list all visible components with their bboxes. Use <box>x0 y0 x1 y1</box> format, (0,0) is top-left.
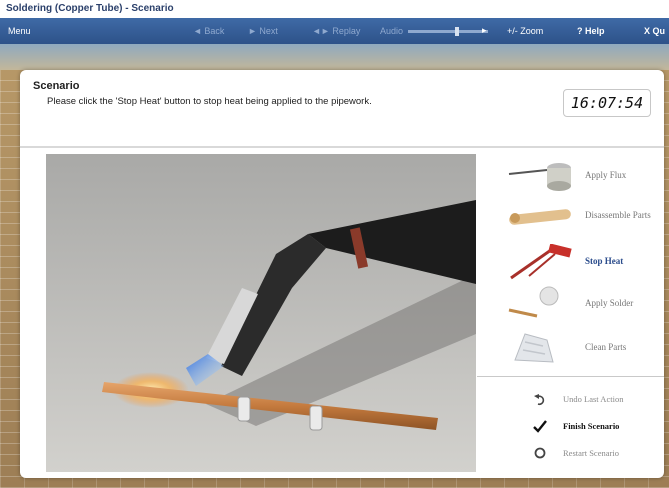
window-title: Soldering (Copper Tube) - Scenario <box>6 3 174 14</box>
restart-scenario-label: Restart Scenario <box>563 448 619 458</box>
clean-parts-label: Clean Parts <box>585 342 627 352</box>
toolbar: Menu ◄ Back ► Next ◄► Replay Audio ▸ +/-… <box>0 18 669 44</box>
audio-right-arrow-icon[interactable]: ▸ <box>482 25 487 36</box>
apply-solder-label: Apply Solder <box>585 298 634 308</box>
undo-last-action-button[interactable]: Undo Last Action <box>527 391 664 409</box>
stop-heat-button[interactable]: Stop Heat <box>477 240 664 284</box>
menu-button[interactable]: Menu <box>8 26 31 36</box>
stop-heat-label: Stop Heat <box>585 256 624 266</box>
scenario-clock: 16:07:54 <box>563 89 651 117</box>
back-button[interactable]: ◄ Back <box>193 26 224 36</box>
restart-circle-icon <box>534 447 546 459</box>
scenario-heading: Scenario <box>33 80 80 92</box>
restart-scenario-button[interactable]: Restart Scenario <box>527 445 664 463</box>
audio-slider-handle[interactable] <box>455 27 459 36</box>
header-divider <box>20 146 664 148</box>
next-button[interactable]: ► Next <box>248 26 278 36</box>
undo-arrow-icon <box>534 394 545 406</box>
audio-label: Audio <box>380 26 404 36</box>
clean-parts-button[interactable]: Clean Parts <box>477 326 664 370</box>
solder-wire-icon <box>508 286 559 318</box>
finish-scenario-label: Finish Scenario <box>563 421 620 431</box>
flux-pot-icon <box>508 163 571 191</box>
apply-solder-button[interactable]: Apply Solder <box>477 282 664 326</box>
apply-flux-button[interactable]: Apply Flux <box>477 154 664 198</box>
quit-button[interactable]: X Qu <box>644 26 665 36</box>
undo-last-action-label: Undo Last Action <box>563 394 624 404</box>
replay-button[interactable]: ◄► Replay <box>312 26 360 36</box>
disassemble-parts-label: Disassemble Parts <box>585 210 651 220</box>
check-icon <box>533 420 547 433</box>
backdrop-roofline <box>0 44 669 70</box>
torch-icon <box>510 244 572 280</box>
zoom-button[interactable]: +/- Zoom <box>507 26 543 36</box>
tube-parts-icon <box>509 209 571 225</box>
panel-divider <box>477 376 664 377</box>
disassemble-parts-button[interactable]: Disassemble Parts <box>477 194 664 238</box>
title-bar: Soldering (Copper Tube) - Scenario <box>0 0 669 18</box>
pipe-clip-right <box>309 405 323 431</box>
finish-scenario-button[interactable]: Finish Scenario <box>527 418 664 436</box>
cleaning-cloth-icon <box>514 333 554 363</box>
help-button[interactable]: ? Help <box>577 26 605 36</box>
scenario-instruction: Please click the 'Stop Heat' button to s… <box>47 96 372 107</box>
apply-flux-label: Apply Flux <box>585 170 627 180</box>
pipe-clip-left <box>237 396 251 422</box>
soldering-scene <box>46 154 476 472</box>
audio-slider-track[interactable] <box>408 30 488 33</box>
